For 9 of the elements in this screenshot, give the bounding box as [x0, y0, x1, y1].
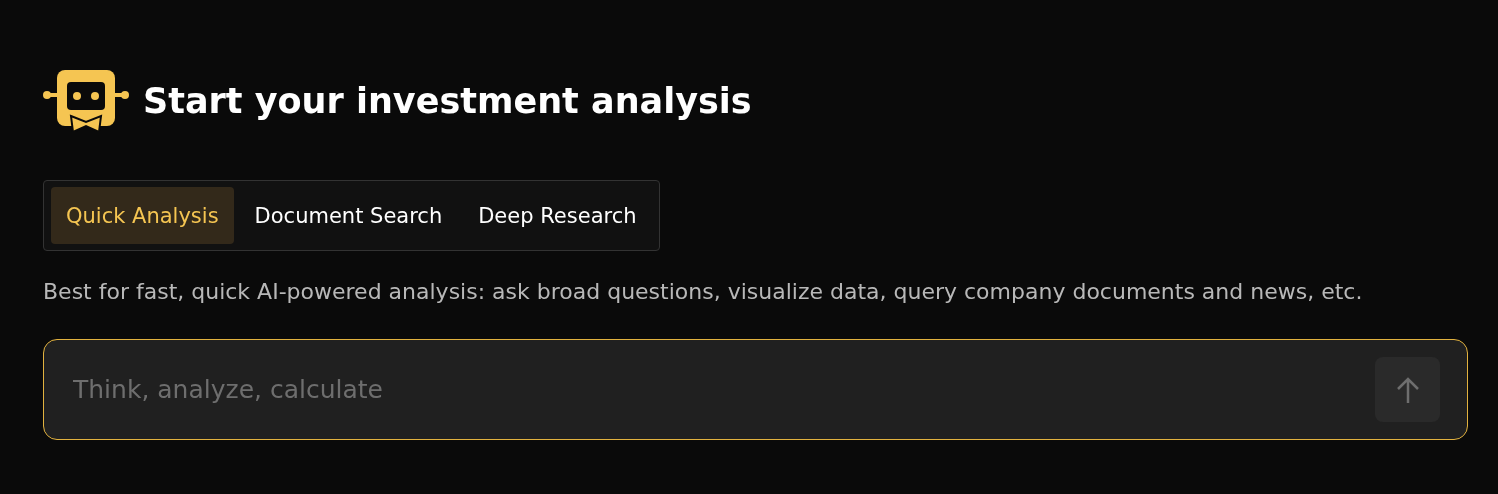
- robot-logo-icon: [43, 70, 129, 132]
- arrow-up-icon: [1395, 375, 1420, 404]
- mode-tab[interactable]: Quick Analysis: [51, 187, 234, 244]
- mode-tab[interactable]: Deep Research: [463, 187, 652, 244]
- send-button[interactable]: [1375, 357, 1440, 422]
- mode-description: Best for fast, quick AI-powered analysis: ask broad questions, visualize data, query company documents and news, etc.: [43, 279, 1364, 304]
- mode-tab[interactable]: Document Search: [239, 187, 458, 244]
- page-title: Start your investment analysis: [143, 81, 752, 121]
- prompt-field[interactable]: Think, analyze, calculate: [43, 339, 1468, 440]
